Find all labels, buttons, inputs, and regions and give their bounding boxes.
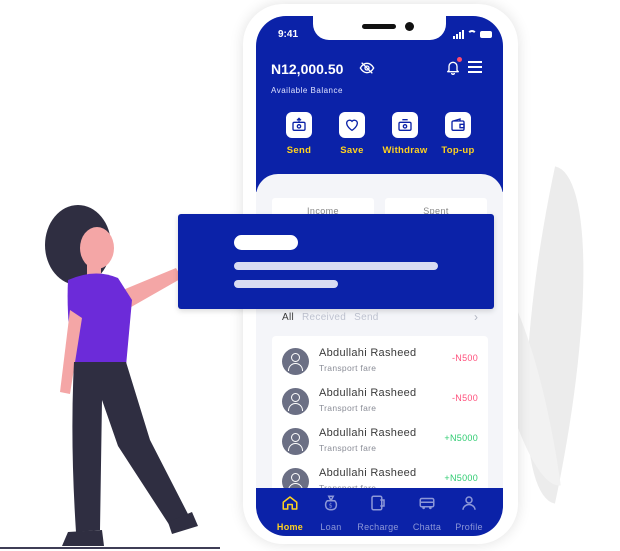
transaction-note: Transport fare <box>319 363 377 373</box>
transaction-row[interactable]: Abdullahi Rasheed Transport fare -N500 <box>272 347 488 387</box>
transaction-row[interactable]: Abdullahi Rasheed Transport fare +N5000 <box>272 427 488 467</box>
transaction-filters: All Received Send <box>282 312 387 323</box>
filter-received[interactable]: Received <box>302 312 346 323</box>
topup-button[interactable]: Top-up <box>433 112 483 156</box>
card-line-placeholder <box>234 262 438 270</box>
send-icon-box <box>286 112 312 138</box>
balance-amount: N12,000.50 <box>271 61 344 77</box>
phone-notch <box>313 16 446 40</box>
transaction-amount: +N5000 <box>444 433 478 443</box>
wifi-icon <box>467 30 477 38</box>
filter-send[interactable]: Send <box>354 312 379 323</box>
hide-balance-icon[interactable] <box>359 60 375 76</box>
balance-label: Available Balance <box>271 86 343 95</box>
nav-profile-label: Profile <box>455 522 483 532</box>
bottom-nav: Home $ Loan Recharge Chatta Profile <box>256 488 503 536</box>
nav-home-label: Home <box>276 522 304 532</box>
chevron-right-icon[interactable]: › <box>474 310 478 324</box>
wallet-icon <box>451 118 465 131</box>
transaction-name: Abdullahi Rasheed <box>319 467 417 479</box>
system-icons <box>453 29 493 39</box>
transaction-note: Transport fare <box>319 403 377 413</box>
profile-icon <box>462 496 476 510</box>
heart-icon <box>345 119 359 132</box>
camera <box>405 22 414 31</box>
nav-recharge[interactable]: Recharge <box>355 494 401 532</box>
withdraw-icon <box>398 119 412 131</box>
floating-card <box>178 214 494 309</box>
topup-icon-box <box>445 112 471 138</box>
speaker <box>362 24 396 29</box>
nav-chatta[interactable]: Chatta <box>404 494 450 532</box>
transaction-amount: -N500 <box>451 353 478 363</box>
nav-chatta-label: Chatta <box>412 522 442 532</box>
transaction-amount: -N500 <box>451 393 478 403</box>
signal-icon <box>459 32 461 39</box>
nav-recharge-label: Recharge <box>357 522 399 532</box>
save-icon-box <box>339 112 365 138</box>
card-line-placeholder <box>234 280 338 288</box>
transaction-row[interactable]: Abdullahi Rasheed Transport fare -N500 <box>272 387 488 427</box>
money-bag-icon: $ <box>324 495 338 511</box>
transaction-name: Abdullahi Rasheed <box>319 387 417 399</box>
wallet-header: 9:41 N12,000.50 Available Balance Send S… <box>256 16 503 192</box>
ground-line <box>0 547 220 549</box>
send-label: Send <box>286 145 312 156</box>
save-button[interactable]: Save <box>327 112 377 156</box>
transaction-name: Abdullahi Rasheed <box>319 347 417 359</box>
send-button[interactable]: Send <box>274 112 324 156</box>
bus-icon <box>419 497 435 510</box>
status-time: 9:41 <box>278 29 299 40</box>
avatar <box>282 428 309 455</box>
save-label: Save <box>340 145 364 156</box>
withdraw-icon-box <box>392 112 418 138</box>
avatar <box>282 388 309 415</box>
notification-dot <box>457 57 462 62</box>
transaction-name: Abdullahi Rasheed <box>319 427 417 439</box>
nav-loan-label: Loan <box>320 522 342 532</box>
withdraw-label: Withdraw <box>382 145 428 156</box>
recharge-icon <box>371 495 385 511</box>
svg-text:$: $ <box>329 503 333 510</box>
topup-label: Top-up <box>441 145 475 156</box>
transaction-note: Transport fare <box>319 443 377 453</box>
send-icon <box>292 117 306 131</box>
filter-all[interactable]: All <box>282 312 294 323</box>
nav-loan[interactable]: $ Loan <box>308 494 354 532</box>
nav-profile[interactable]: Profile <box>446 494 492 532</box>
home-icon <box>282 496 298 510</box>
avatar <box>282 348 309 375</box>
menu-icon[interactable] <box>468 61 482 73</box>
signal-icon <box>456 34 458 39</box>
signal-icon <box>453 36 455 39</box>
battery-icon <box>480 31 492 38</box>
card-title-placeholder <box>234 235 298 250</box>
signal-icon <box>462 30 464 39</box>
withdraw-button[interactable]: Withdraw <box>380 112 430 156</box>
nav-home[interactable]: Home <box>267 494 313 532</box>
transaction-amount: +N5000 <box>444 473 478 483</box>
